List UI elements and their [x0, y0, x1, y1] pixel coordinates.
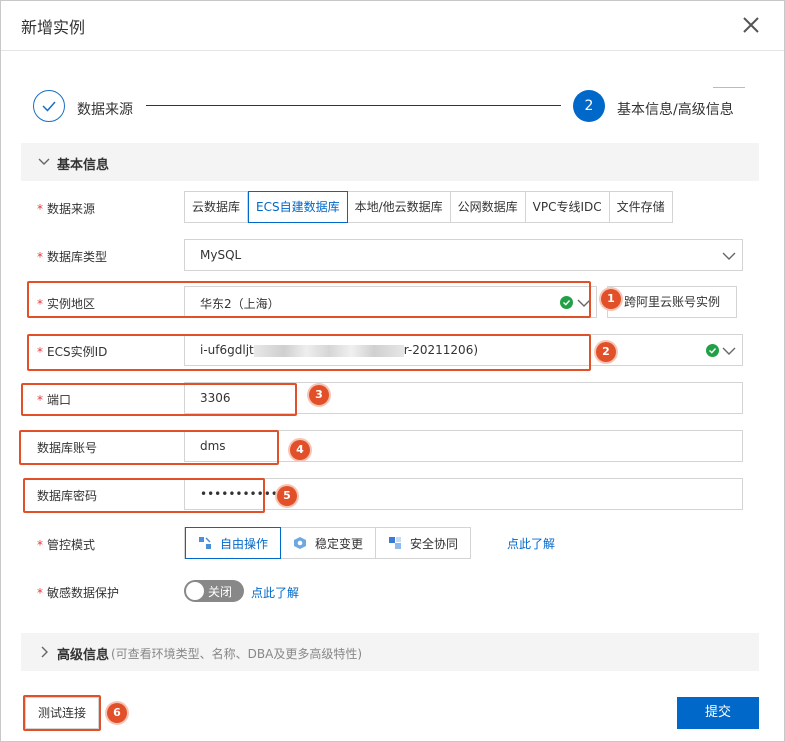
step-1-circle	[33, 90, 65, 122]
mode-option-secure[interactable]: 安全协同	[376, 528, 470, 558]
password-input[interactable]: ••••••••••••	[184, 478, 743, 510]
annotation-badge-3: 3	[309, 385, 329, 405]
add-instance-dialog: 新增实例 数据来源 2 基本信息/高级信息 基本信息 * 数据来源 云数据库 EC…	[0, 0, 785, 742]
annotation-box-5	[23, 478, 265, 513]
annotation-box-1	[27, 281, 591, 318]
annotation-badge-2: 2	[596, 342, 616, 362]
source-option-cloud-db[interactable]: 云数据库	[185, 192, 249, 222]
db-type-select[interactable]: MySQL	[184, 239, 743, 271]
toggle-label: 关闭	[208, 585, 233, 599]
mode-option-stable[interactable]: 稳定变更	[281, 528, 377, 558]
sensitive-label: * 敏感数据保护	[37, 586, 120, 600]
toggle-knob	[186, 582, 204, 600]
annotation-box-4	[19, 430, 279, 465]
chevron-right-icon	[41, 646, 48, 658]
mode-option-free[interactable]: 自由操作	[185, 527, 282, 559]
annotation-box-3	[21, 383, 297, 416]
control-mode-label: * 管控模式	[37, 538, 96, 552]
step-2-circle: 2	[573, 90, 605, 122]
annotation-badge-6: 6	[107, 703, 127, 723]
step-1-label: 数据来源	[77, 102, 133, 118]
control-mode-learn-more-link[interactable]: 点此了解	[507, 535, 555, 552]
check-circle-icon	[706, 344, 719, 357]
db-type-value: MySQL	[200, 248, 242, 262]
annotation-box-2	[27, 334, 591, 371]
chevron-down-icon	[722, 347, 736, 355]
source-option-file[interactable]: 文件存储	[610, 192, 672, 222]
dialog-title: 新增实例	[21, 18, 86, 37]
source-option-local[interactable]: 本地/他云数据库	[348, 192, 451, 222]
advanced-info-subtitle: (可查看环境类型、名称、DBA及更多高级特性)	[111, 647, 363, 661]
annotation-box-6	[23, 695, 101, 731]
sensitive-learn-more-link[interactable]: 点此了解	[251, 584, 299, 601]
source-label: * 数据来源	[37, 202, 96, 216]
stable-change-icon	[294, 537, 307, 549]
source-option-public[interactable]: 公网数据库	[451, 192, 526, 222]
source-option-ecs[interactable]: ECS自建数据库	[248, 191, 348, 223]
sensitive-toggle[interactable]: 关闭	[184, 580, 244, 602]
annotation-badge-1: 1	[601, 289, 621, 309]
secure-collab-icon	[389, 537, 402, 549]
advanced-info-title: 高级信息	[57, 648, 110, 663]
advanced-info-section-header[interactable]: 高级信息 (可查看环境类型、名称、DBA及更多高级特性)	[21, 633, 759, 671]
annotation-badge-4: 4	[290, 440, 310, 460]
stepper: 数据来源 2 基本信息/高级信息	[1, 51, 784, 141]
cross-account-button[interactable]: 跨阿里云账号实例	[607, 286, 737, 318]
free-operation-icon	[199, 537, 211, 549]
basic-info-title: 基本信息	[57, 158, 110, 173]
submit-button[interactable]: 提交	[677, 697, 759, 729]
db-type-label: * 数据库类型	[37, 250, 108, 264]
step-connector	[146, 105, 561, 106]
annotation-badge-5: 5	[277, 486, 297, 506]
step-2-label: 基本信息/高级信息	[617, 102, 734, 118]
source-segmented-control: 云数据库 ECS自建数据库 本地/他云数据库 公网数据库 VPC专线IDC 文件…	[184, 191, 673, 223]
close-icon[interactable]	[739, 13, 763, 37]
chevron-down-icon	[722, 252, 736, 260]
chevron-down-icon	[38, 158, 50, 165]
source-option-vpc[interactable]: VPC专线IDC	[526, 192, 610, 222]
dialog-header: 新增实例	[1, 1, 784, 51]
check-icon	[42, 101, 56, 112]
control-mode-segmented: 自由操作 稳定变更 安全协同	[184, 527, 472, 559]
basic-info-section-header[interactable]: 基本信息	[21, 143, 759, 181]
step-tail-line	[713, 87, 745, 88]
